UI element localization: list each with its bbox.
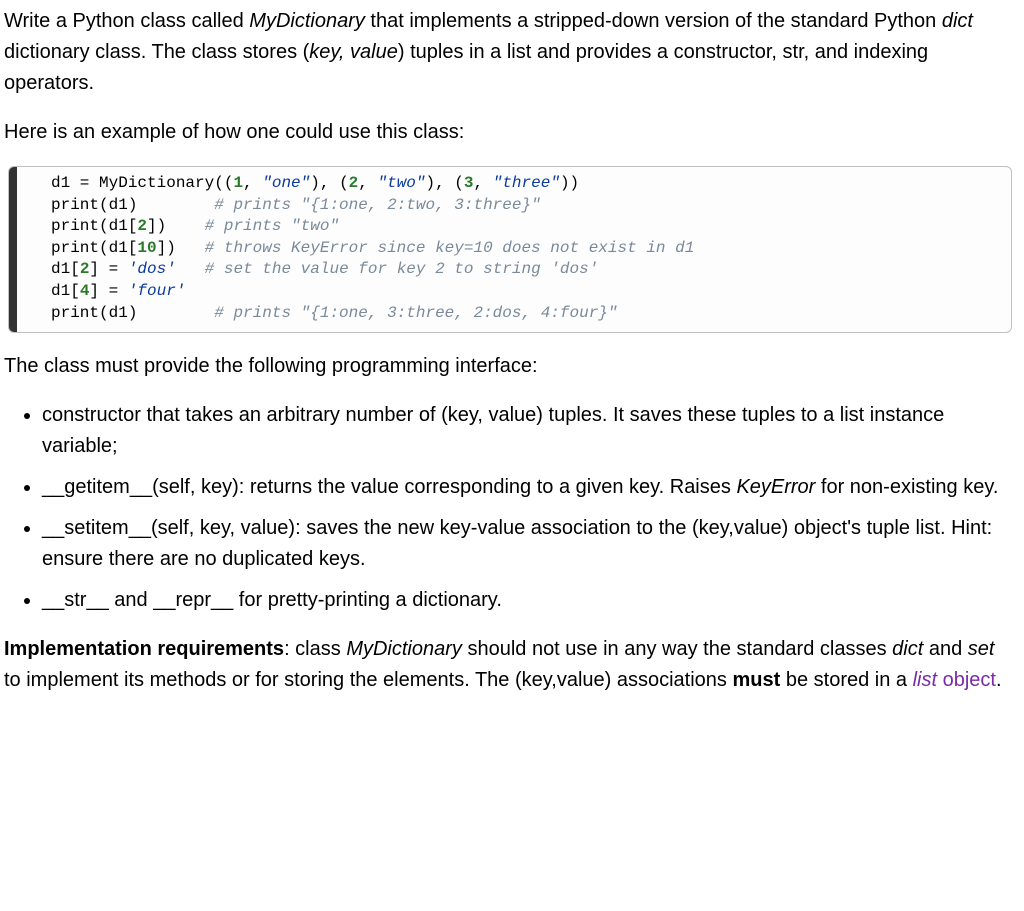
intro-mid1: that implements a stripped-down version … [365, 10, 942, 32]
intro-pre: Write a Python class called [4, 10, 249, 32]
impl-lead: Implementation requirements [4, 638, 284, 660]
req-constructor-text: constructor that takes an arbitrary numb… [42, 404, 944, 457]
code-example-box: d1 = MyDictionary((1, "one"), (2, "two")… [8, 166, 1012, 333]
class-name: MyDictionary [249, 10, 365, 32]
interface-lead: The class must provide the following pro… [4, 351, 1016, 382]
impl-object: object [943, 669, 996, 691]
code-example: d1 = MyDictionary((1, "one"), (2, "two")… [51, 173, 1001, 324]
req-str-repr-text: __str__ and __repr__ for pretty-printing… [42, 589, 502, 611]
impl-and: and [923, 638, 967, 660]
dict-word: dict [942, 10, 973, 32]
impl-set: set [968, 638, 995, 660]
impl-classname: MyDictionary [346, 638, 462, 660]
req-str-repr: __str__ and __repr__ for pretty-printing… [42, 585, 1016, 616]
keyvalue-word: key, value [309, 41, 398, 63]
keyerror-word: KeyError [736, 476, 815, 498]
requirements-list: constructor that takes an arbitrary numb… [4, 400, 1016, 616]
impl-c: to implement its methods or for storing … [4, 669, 732, 691]
impl-requirements: Implementation requirements: class MyDic… [4, 634, 1016, 696]
impl-list: list [913, 669, 937, 691]
impl-dict: dict [892, 638, 923, 660]
req-getitem: __getitem__(self, key): returns the valu… [42, 472, 1016, 503]
intro-mid2: dictionary class. The class stores ( [4, 41, 309, 63]
impl-d: be stored in a [780, 669, 912, 691]
impl-a: : class [284, 638, 346, 660]
impl-must: must [732, 669, 780, 691]
req-setitem: __setitem__(self, key, value): saves the… [42, 513, 1016, 575]
req-getitem-text-b: for non-existing key. [815, 476, 998, 498]
impl-b: should not use in any way the standard c… [462, 638, 892, 660]
req-setitem-text: __setitem__(self, key, value): saves the… [42, 517, 992, 570]
req-constructor: constructor that takes an arbitrary numb… [42, 400, 1016, 462]
example-lead: Here is an example of how one could use … [4, 117, 1016, 148]
req-getitem-text-a: __getitem__(self, key): returns the valu… [42, 476, 736, 498]
intro-paragraph: Write a Python class called MyDictionary… [4, 6, 1016, 99]
impl-e: . [996, 669, 1002, 691]
